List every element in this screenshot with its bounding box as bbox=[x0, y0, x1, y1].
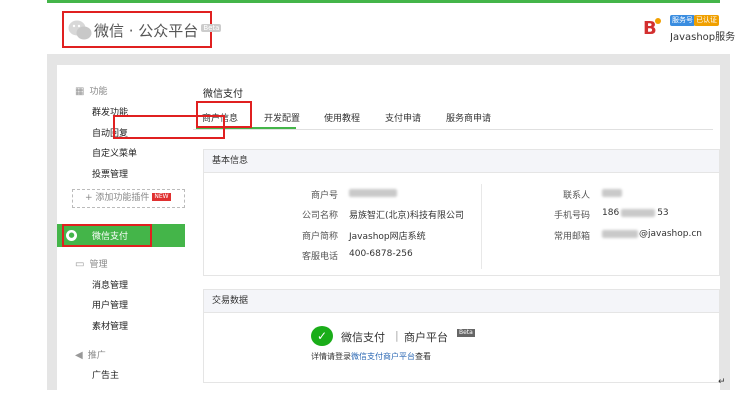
account-name[interactable]: Javashop服务 bbox=[670, 28, 750, 43]
sidebar-section-features: ▦ 功能 bbox=[75, 86, 108, 97]
merchant-platform-link[interactable]: 微信支付商户平台 bbox=[351, 352, 415, 361]
panel-heading: 基本信息 bbox=[204, 150, 719, 173]
brand-separator: | bbox=[395, 329, 399, 342]
platform-logo[interactable]: 微信 · 公众平台 Beta bbox=[62, 11, 222, 48]
merchant-id-value bbox=[349, 188, 397, 198]
sidebar: ▦ 功能 群发功能 自动回复 自定义菜单 投票管理 + 添加功能插件 NEW ● 微… bbox=[57, 65, 185, 390]
add-plugin-button[interactable]: + 添加功能插件 NEW bbox=[72, 189, 185, 208]
tab-tutorial[interactable]: 使用教程 bbox=[324, 111, 360, 124]
email-value: @javashop.cn bbox=[602, 229, 702, 239]
tab-bar: 商户信息 开发配置 使用教程 支付申请 服务商申请 bbox=[193, 101, 713, 130]
megaphone-icon: ◀ bbox=[75, 350, 83, 361]
label-company: 公司名称 bbox=[301, 211, 338, 221]
sidebar-section-manage: ▭ 管理 bbox=[75, 259, 108, 270]
beta-badge: Beta bbox=[201, 24, 222, 32]
tab-pay-apply[interactable]: 支付申请 bbox=[385, 111, 421, 124]
basic-info-panel: 基本信息 商户号 公司名称 易族智汇(北京)科技有限公司 商户简称 Javash… bbox=[203, 149, 720, 276]
sidebar-section-promote: ◀ 推广 bbox=[75, 350, 106, 361]
chat-bubble-icon: ● bbox=[66, 230, 77, 241]
tab-provider-apply[interactable]: 服务商申请 bbox=[446, 111, 491, 124]
tab-dev-config[interactable]: 开发配置 bbox=[264, 111, 300, 124]
sidebar-item-label: 微信支付 bbox=[92, 232, 129, 242]
service-account-badge: 服务号 bbox=[670, 15, 695, 26]
sidebar-item-users[interactable]: 用户管理 bbox=[92, 298, 128, 311]
contact-value bbox=[602, 188, 622, 198]
paragraph-return-mark: ↵ bbox=[718, 377, 726, 387]
sidebar-item-wechat-pay[interactable]: ● 微信支付 bbox=[57, 224, 185, 247]
service-phone-value: 400-6878-256 bbox=[349, 249, 413, 259]
label-contact: 联系人 bbox=[562, 191, 590, 201]
label-service-phone: 客服电话 bbox=[301, 252, 338, 262]
main-content: 微信支付 商户信息 开发配置 使用教程 支付申请 服务商申请 基本信息 商户号 … bbox=[185, 65, 720, 390]
mobile-value: 186 53 bbox=[602, 208, 669, 218]
column-divider bbox=[481, 184, 482, 269]
sidebar-item-materials[interactable]: 素材管理 bbox=[92, 319, 128, 332]
wechat-logo-icon bbox=[68, 20, 92, 40]
brand-platform-text: 商户平台 bbox=[404, 331, 448, 344]
sidebar-item-messages[interactable]: 消息管理 bbox=[92, 278, 128, 291]
header: 微信 · 公众平台 Beta B 服务号 已认证 Javashop服务 bbox=[0, 3, 750, 54]
sidebar-item-vote[interactable]: 投票管理 bbox=[92, 167, 128, 180]
wechat-pay-icon: ✓ bbox=[311, 326, 333, 346]
account-avatar-icon[interactable]: B bbox=[641, 15, 663, 39]
label-mobile: 手机号码 bbox=[553, 211, 590, 221]
page-title: 微信支付 bbox=[203, 89, 243, 100]
beta-badge: Beta bbox=[457, 329, 475, 337]
brand-pay-text: 微信支付 bbox=[341, 331, 385, 344]
company-value: 易族智汇(北京)科技有限公司 bbox=[349, 211, 465, 221]
platform-title: 微信 · 公众平台 Beta bbox=[94, 22, 222, 40]
grid-icon: ▦ bbox=[75, 86, 85, 97]
login-hint: 详情请登录微信支付商户平台查看 bbox=[311, 352, 431, 361]
highlight-box bbox=[113, 115, 225, 139]
short-name-value: Javashop网店系统 bbox=[349, 232, 426, 242]
label-email: 常用邮箱 bbox=[553, 232, 590, 242]
svg-text:B: B bbox=[643, 18, 657, 39]
monitor-icon: ▭ bbox=[75, 259, 85, 270]
new-tag: NEW bbox=[152, 193, 171, 201]
sidebar-item-advertiser[interactable]: 广告主 bbox=[92, 368, 119, 381]
label-short-name: 商户简称 bbox=[301, 232, 338, 242]
verified-badge: 已认证 bbox=[694, 15, 719, 26]
sidebar-item-custom-menu[interactable]: 自定义菜单 bbox=[92, 146, 137, 159]
panel-heading: 交易数据 bbox=[204, 290, 719, 313]
label-merchant-id: 商户号 bbox=[310, 191, 338, 201]
